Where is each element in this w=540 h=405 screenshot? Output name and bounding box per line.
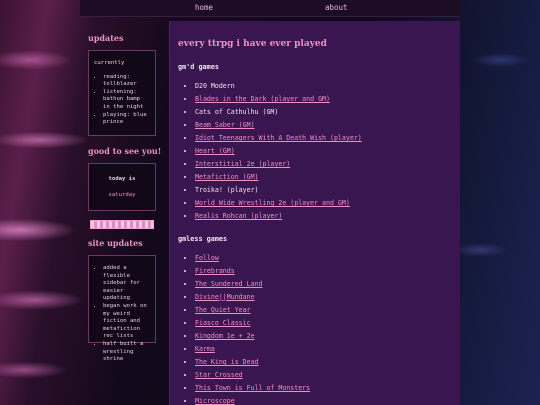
nav-link-about[interactable]: about [325,3,348,12]
game-list-item: The Quiet Year [195,304,452,317]
site-updates-list: added a flexible sidebar for easier upda… [94,265,150,364]
game-link[interactable]: Microscope [195,397,235,405]
site-button-badge[interactable] [90,220,154,229]
game-link[interactable]: Fiasco Classic [195,319,251,327]
game-link[interactable]: Karma [195,345,215,353]
game-list-item: D20 Modern [195,80,452,93]
game-link[interactable]: The Quiet Year [195,306,251,314]
game-list-item: Idiot Teenagers With A Death Wish (playe… [195,132,452,145]
game-list-item: Star Crossed [195,369,452,382]
game-list-item: Blades in the Dark (player and GM) [195,93,452,106]
game-link[interactable]: This Town is Full of Monsters [195,384,310,392]
game-link[interactable]: Idiot Teenagers With A Death Wish (playe… [195,134,362,142]
site-updates-box: added a flexible sidebar for easier upda… [88,255,156,362]
main-content: every ttrpg i have ever played gm'd game… [169,21,460,405]
greeting-heading: good to see you! [88,146,162,156]
gmless-games-heading: gmless games [178,235,228,243]
status-box: currently reading: tollblazer listening:… [88,50,156,136]
game-link[interactable]: The Sundered Land [195,280,263,288]
game-link[interactable]: Follow [195,254,219,262]
status-item-reading: reading: tollblazer [103,74,150,89]
sidebar: updates currently reading: tollblazer li… [83,33,163,362]
game-link[interactable]: World Wide Wrestling 2e (player and GM) [195,199,350,207]
today-day: saturday [108,191,136,198]
game-list-item: This Town is Full of Monsters [195,382,452,395]
game-link[interactable]: Kingdom 1e + 2e [195,332,255,340]
game-link[interactable]: Divine||Mundane [195,293,255,301]
game-link[interactable]: Star Crossed [195,371,243,379]
game-list-item: Metafiction (GM) [195,171,452,184]
site-update-item: added a flexible sidebar for easier upda… [103,265,150,303]
game-list-item: World Wide Wrestling 2e (player and GM) [195,197,452,210]
game-list-item: Cats of Cathulhu (GM) [195,106,452,119]
nav-link-home[interactable]: home [195,3,213,12]
greeting-box: today is saturday [88,163,156,211]
site-update-item: half built a wrestling shrine [103,341,150,364]
game-list-item: Heart (GM) [195,145,452,158]
game-link[interactable]: Blades in the Dark (player and GM) [195,95,330,103]
site-update-item: began work on my weird fiction and metaf… [103,303,150,341]
game-list-item: The Sundered Land [195,278,452,291]
status-item-listening: listening: bathun bamp in the night [103,89,150,112]
game-link[interactable]: The King is Dead [195,358,259,366]
status-item-playing: playing: blue prince [103,112,150,127]
game-list-item: Follow [195,252,452,265]
gmd-games-list: D20 Modern Blades in the Dark (player and… [178,80,452,223]
today-label: today is [108,176,136,182]
game-link[interactable]: Beam Saber (GM) [195,121,255,129]
game-list-item: Beam Saber (GM) [195,119,452,132]
game-link[interactable]: Heart (GM) [195,147,235,155]
status-list: reading: tollblazer listening: bathun ba… [94,74,150,127]
game-link[interactable]: Firebrands [195,267,235,275]
top-nav-bar: home about [80,0,460,17]
game-label: Troika! (player) [195,186,259,194]
status-heading: currently [94,60,125,66]
game-list-item: Troika! (player) [195,184,452,197]
game-label: Cats of Cathulhu (GM) [195,108,279,116]
game-list-item: Karma [195,343,452,356]
gmless-games-list: Follow Firebrands The Sundered Land Divine|… [178,252,452,405]
game-link[interactable]: Interstitial 2e (player) [195,160,290,168]
gmd-games-heading: gm'd games [178,63,219,71]
site-updates-heading: site updates [88,238,143,248]
game-list-item: Interstitial 2e (player) [195,158,452,171]
game-list-item: Microscope [195,395,452,405]
updates-heading: updates [88,33,124,43]
game-link[interactable]: Realis Rohcan (player) [195,212,282,220]
game-list-item: Firebrands [195,265,452,278]
game-list-item: Kingdom 1e + 2e [195,330,452,343]
game-list-item: Fiasco Classic [195,317,452,330]
game-list-item: The King is Dead [195,356,452,369]
game-list-item: Realis Rohcan (player) [195,210,452,223]
page-title: every ttrpg i have ever played [178,39,327,49]
game-label: D20 Modern [195,82,235,90]
game-list-item: Divine||Mundane [195,291,452,304]
game-link[interactable]: Metafiction (GM) [195,173,259,181]
